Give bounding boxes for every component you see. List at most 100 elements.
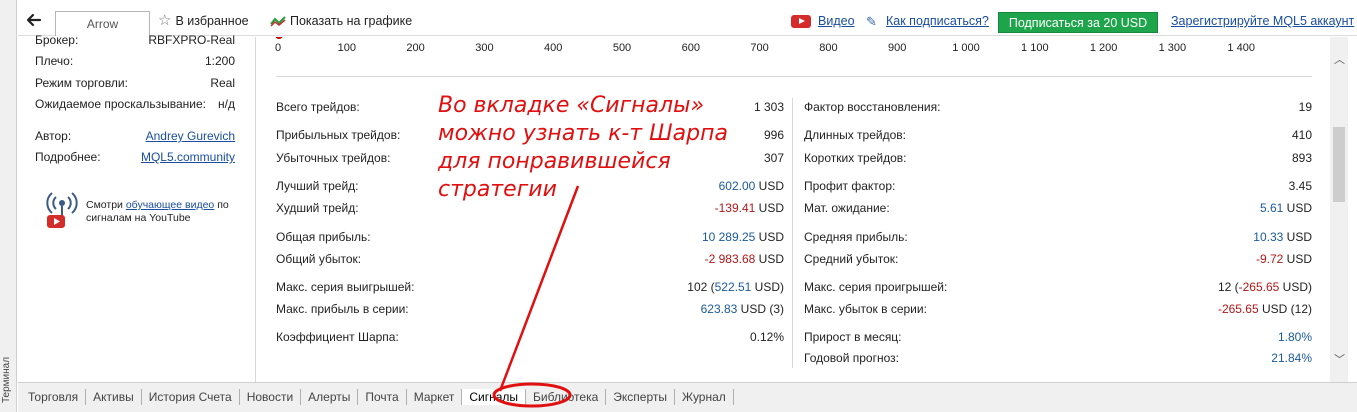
terminal-tab[interactable]: Эксперты [606,389,675,405]
stat-unit: USD (3) [737,302,784,316]
stat-value: 3.45 [1289,179,1312,193]
scroll-up-icon[interactable]: ︿ [1334,55,1345,66]
back-arrow-icon[interactable] [24,10,44,30]
stat-number: 1.80% [1277,330,1312,344]
annotation-note: Во вкладке «Сигналы» можно узнать к-т Ша… [438,92,738,204]
signal-info-panel: Брокер: RBFXPRO-Real Плечо: 1:200 Режим … [18,33,256,382]
info-value: 1:200 [204,54,235,68]
register-mql5-link[interactable]: Зарегистрируйте MQL5 аккаунт [1171,14,1354,28]
info-row-trade-mode: Режим торговли: Real [35,76,235,92]
x-axis-tick: 1 200 [1089,42,1118,54]
stat-label: Прирост в месяц: [804,330,902,344]
stat-number: 410 [1291,128,1312,142]
x-axis-tick: 400 [544,42,563,54]
vertical-scrollbar[interactable]: ︿ ﹀ [1330,37,1348,382]
stat-row: Общий убыток: -2 983.68 USD [276,252,784,268]
youtube-broadcast-icon[interactable] [45,189,79,229]
terminal-tab[interactable]: Журнал [675,389,734,405]
stat-number: 19 [1298,100,1312,114]
subscribe-button[interactable]: Подписаться за 20 USD [998,12,1158,33]
youtube-icon[interactable] [791,15,811,28]
info-value: н/д [218,97,235,111]
x-axis-tick: 200 [406,42,425,54]
annotation-line: Во вкладке «Сигналы» [438,93,705,118]
stat-row: Макс. серия выигрышей: 102 (522.51 USD) [276,280,784,296]
info-key: Плечо: [35,54,74,68]
x-axis-tick: 1 300 [1158,42,1187,54]
stat-label: Макс. серия выигрышей: [276,280,415,294]
tutorial-video-link[interactable]: обучающее видео [126,199,214,211]
favorites-button[interactable]: ☆ В избранное [158,13,249,28]
info-key: Брокер: [35,33,79,47]
stat-row: Прирост в месяц: 1.80% [804,330,1312,346]
stat-value: 12 (-265.65 USD) [1218,280,1312,294]
terminal-tab-bar: Торговля Активы История Счета Новости Алерты… [18,382,1357,412]
stat-number: 522.51 [714,280,752,294]
signal-statistics: 0 100 200 300 400 500 600 700 800 900 1 000 1 100 1 … [257,37,1330,382]
info-row-slippage: Ожидаемое проскальзывание: н/д [35,97,235,113]
stat-value: 102 (522.51 USD) [687,280,784,294]
stat-number: -265.65 [1217,302,1259,316]
terminal-tab[interactable]: История Счета [142,389,240,405]
info-key: Подробнее: [35,150,101,164]
annotation-line: можно узнать к-т Шарпа [438,121,728,146]
stat-number: 21.84% [1271,351,1312,365]
stat-label: Коэффициент Шарпа: [276,330,399,344]
signal-toolbar: Arrow ☆ В избранное Показать на графике … [18,0,1357,36]
stat-label: Убыточных трейдов: [276,151,391,165]
terminal-tab[interactable]: Маркет [407,389,463,405]
how-to-subscribe-link[interactable]: Как подписаться? [886,14,989,28]
mql5-community-link[interactable]: MQL5.community [141,150,235,164]
x-axis-tick: 500 [612,42,632,54]
stat-label: Макс. серия проигрышей: [804,280,948,294]
stat-unit: USD [1283,230,1312,244]
stat-unit: USD [755,252,784,266]
stat-value: 307 [764,151,784,165]
stat-number: 10 289.25 [701,230,756,244]
stat-value: 410 [1292,128,1312,142]
stat-unit: USD [1283,201,1312,215]
info-key: Ожидаемое проскальзывание: [35,97,207,111]
x-axis-tick: 300 [475,42,494,54]
stat-number: -9.72 [1255,252,1284,266]
annotation-line: стратегии [438,177,557,202]
stat-value-prefix: 12 ( [1217,280,1239,294]
stat-label: Средняя прибыль: [804,230,908,244]
stat-unit: USD [755,201,784,215]
stat-value: 996 [764,128,784,142]
terminal-tab[interactable]: Активы [86,389,142,405]
stat-value: 5.61 USD [1260,201,1312,215]
stat-number: -265.65 [1238,280,1280,294]
stat-label: Макс. прибыль в серии: [276,302,409,316]
stat-value: -2 983.68 USD [705,252,784,266]
stat-label: Худший трейд: [276,201,359,215]
video-link[interactable]: Видео [818,14,855,28]
terminal-tab[interactable]: Сигналы [462,389,527,405]
terminal-tab[interactable]: Алерты [301,389,359,405]
stat-value: 623.83 USD (3) [701,302,784,316]
stat-value-prefix: 102 ( [687,280,715,294]
stat-row: Макс. убыток в серии: -265.65 USD (12) [804,302,1312,318]
stat-label: Макс. убыток в серии: [804,302,927,316]
stat-number: 996 [763,128,784,142]
terminal-tab[interactable]: Библиотека [526,389,607,405]
author-link[interactable]: Andrey Gurevich [146,129,235,143]
stat-label: Фактор восстановления: [804,100,941,114]
info-row-leverage: Плечо: 1:200 [35,54,235,70]
chart-x-axis: 0 100 200 300 400 500 600 700 800 900 1 000 1 100 1 … [257,42,1330,58]
stat-value: 1 303 [754,100,784,114]
x-axis-tick: 700 [750,42,769,54]
stat-row: Коэффициент Шарпа: 0.12% [276,330,784,346]
stat-unit: USD (12) [1258,302,1312,316]
scroll-down-icon[interactable]: ﹀ [1334,355,1345,366]
terminal-tab[interactable]: Торговля [21,389,87,405]
stat-label: Длинных трейдов: [804,128,906,142]
stat-value: 0.12% [750,330,784,344]
show-on-chart-button[interactable]: Показать на графике [270,14,412,28]
terminal-tab[interactable]: Новости [240,389,302,405]
stat-label: Прибыльных трейдов: [276,128,401,142]
x-axis-tick: 1 100 [1021,42,1049,54]
scrollbar-thumb[interactable] [1333,127,1345,202]
stat-number: 1 303 [753,100,784,114]
terminal-tab[interactable]: Почта [358,389,407,405]
